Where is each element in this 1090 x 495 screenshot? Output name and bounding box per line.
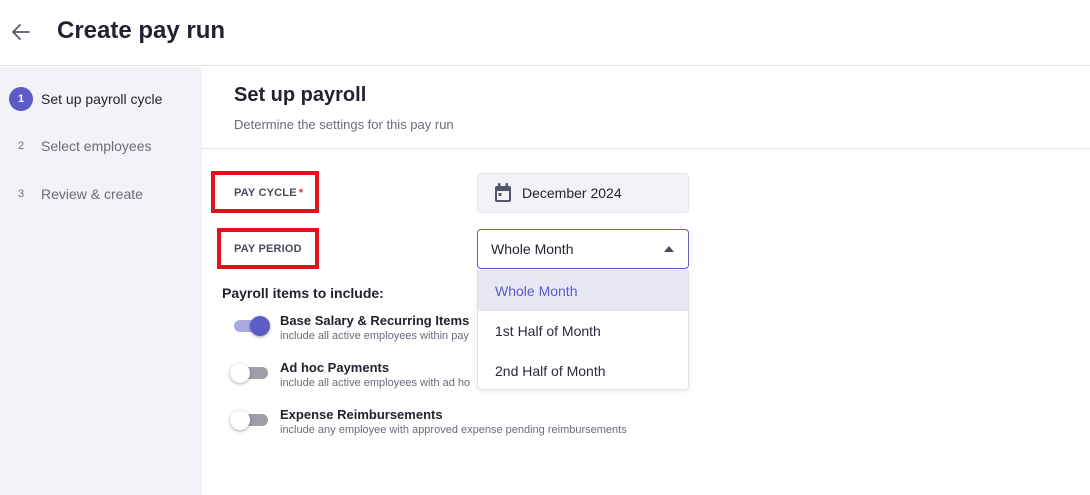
pay-period-label: PAY PERIOD bbox=[234, 243, 302, 255]
pay-period-dropdown: Whole Month 1st Half of Month 2nd Half o… bbox=[477, 270, 689, 390]
pay-cycle-label: PAY CYCLE * bbox=[234, 187, 303, 199]
step-label: Review & create bbox=[41, 186, 143, 202]
payroll-item-description: include all active employees within pay bbox=[280, 330, 469, 342]
step-set-up-payroll-cycle[interactable]: 1 Set up payroll cycle bbox=[0, 87, 202, 111]
expense-reimbursements-toggle[interactable] bbox=[230, 409, 270, 430]
section-header: Set up payroll Determine the settings fo… bbox=[202, 67, 1090, 149]
payroll-item-title: Base Salary & Recurring Items bbox=[280, 313, 470, 328]
step-label: Select employees bbox=[41, 138, 152, 154]
pay-period-select[interactable]: Whole Month bbox=[477, 229, 689, 269]
option-1st-half-of-month[interactable]: 1st Half of Month bbox=[478, 311, 688, 351]
step-number: 3 bbox=[17, 188, 25, 200]
steps-sidebar: 1 Set up payroll cycle 2 Select employee… bbox=[0, 67, 202, 495]
arrow-left-icon bbox=[12, 24, 30, 40]
step-number: 2 bbox=[17, 140, 25, 152]
required-mark: * bbox=[298, 187, 304, 199]
calendar-icon bbox=[495, 183, 511, 202]
pay-period-value: Whole Month bbox=[491, 241, 574, 257]
option-whole-month[interactable]: Whole Month bbox=[478, 271, 688, 311]
pay-cycle-date-picker[interactable]: December 2024 bbox=[477, 173, 689, 213]
back-button[interactable] bbox=[9, 20, 33, 44]
step-number: 1 bbox=[9, 87, 33, 111]
step-review-create[interactable]: 3 Review & create bbox=[0, 182, 202, 206]
payroll-item-title: Expense Reimbursements bbox=[280, 407, 443, 422]
step-label: Set up payroll cycle bbox=[41, 91, 163, 107]
section-title: Set up payroll bbox=[234, 84, 367, 106]
section-subtitle: Determine the settings for this pay run bbox=[234, 117, 454, 132]
payroll-item-description: include any employee with approved expen… bbox=[280, 424, 627, 436]
payroll-item-title: Ad hoc Payments bbox=[280, 360, 390, 375]
page-title: Create pay run bbox=[57, 17, 226, 44]
pay-cycle-label-text: PAY CYCLE bbox=[234, 187, 297, 199]
top-bar: Create pay run bbox=[0, 0, 1090, 66]
option-2nd-half-of-month[interactable]: 2nd Half of Month bbox=[478, 351, 688, 391]
payroll-items-title: Payroll items to include: bbox=[222, 285, 384, 301]
chevron-up-icon bbox=[664, 246, 674, 252]
toggle-knob bbox=[230, 363, 250, 383]
toggle-knob bbox=[250, 316, 270, 336]
step-select-employees[interactable]: 2 Select employees bbox=[0, 134, 202, 158]
ad-hoc-payments-toggle[interactable] bbox=[230, 362, 270, 383]
payroll-item-description: include all active employees with ad ho bbox=[280, 377, 471, 389]
base-salary-toggle[interactable] bbox=[232, 315, 270, 336]
toggle-knob bbox=[230, 410, 250, 430]
pay-cycle-value: December 2024 bbox=[522, 185, 622, 201]
